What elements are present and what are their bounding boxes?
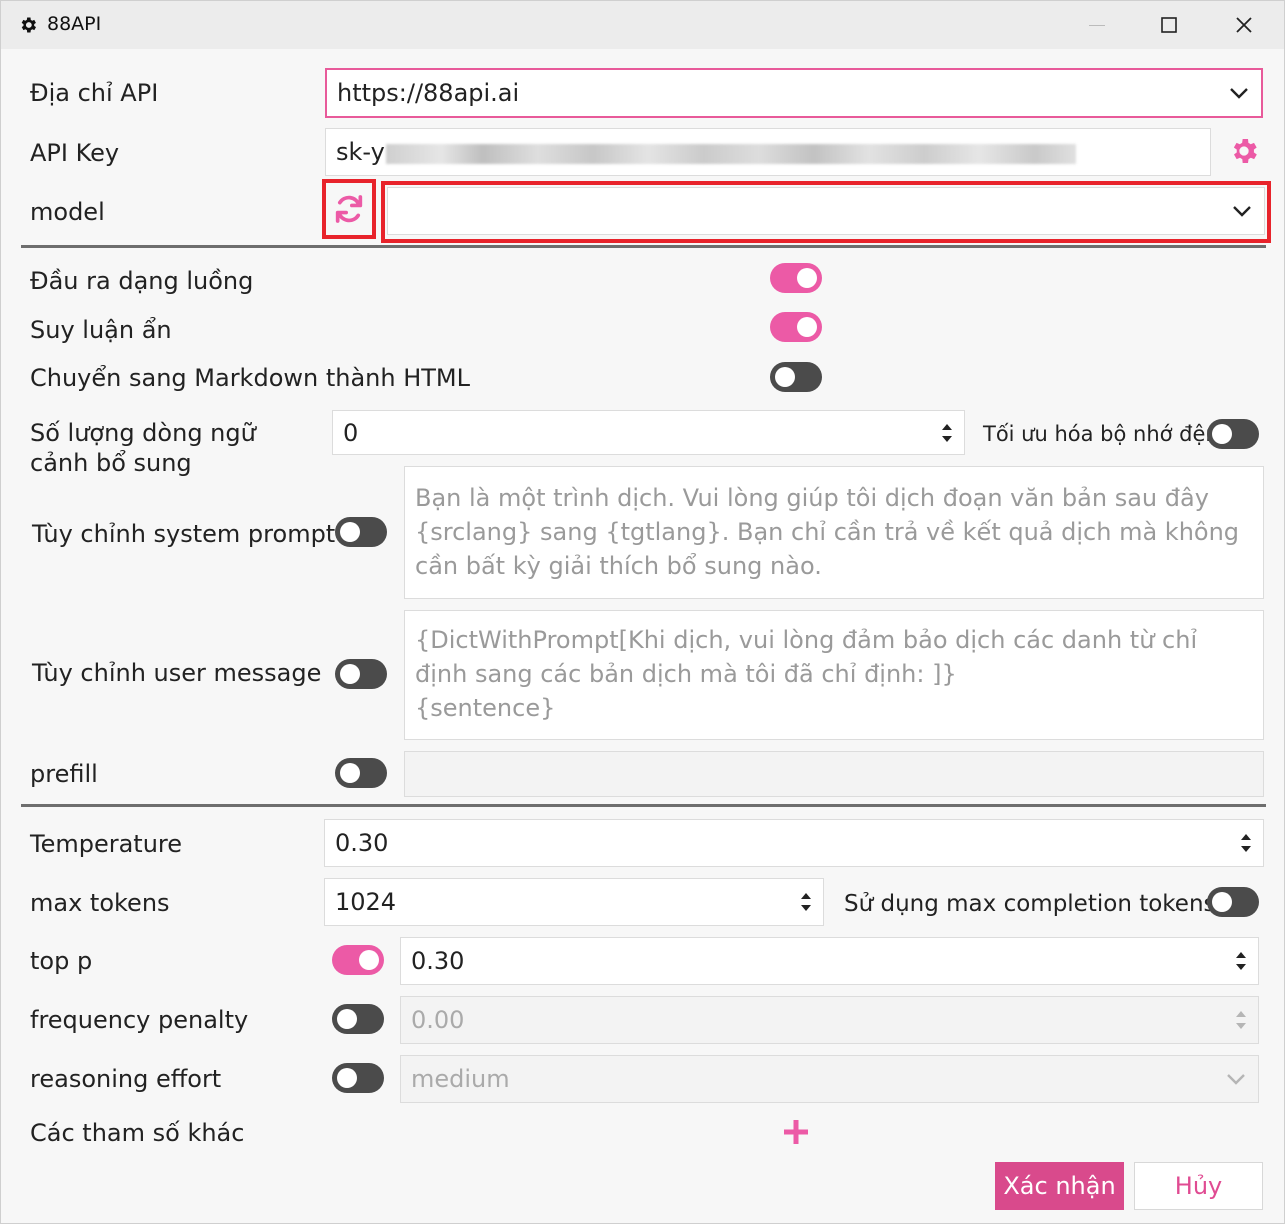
system-prompt-textarea[interactable]: Bạn là một trình dịch. Vui lòng giúp tôi… (404, 466, 1264, 599)
max-tokens-value: 1024 (335, 888, 397, 916)
spin-arrows-icon[interactable] (1234, 948, 1248, 974)
prefill-input[interactable] (404, 751, 1264, 797)
reasoning-effort-combobox[interactable]: medium (400, 1055, 1259, 1103)
maximize-button[interactable] (1134, 1, 1204, 49)
hidden-reasoning-label: Suy luận ẩn (30, 316, 172, 344)
max-tokens-label: max tokens (30, 889, 170, 917)
api-address-combobox[interactable]: https://88api.ai (325, 68, 1263, 118)
api-address-label: Địa chỉ API (30, 79, 159, 107)
minimize-button[interactable] (1062, 1, 1132, 49)
section-divider (21, 804, 1266, 807)
refresh-icon[interactable] (332, 192, 366, 226)
gear-icon[interactable] (1228, 135, 1260, 167)
title-bar: 88API (1, 1, 1284, 49)
top-p-value: 0.30 (411, 947, 465, 975)
frequency-penalty-label: frequency penalty (30, 1006, 249, 1034)
temperature-spinbox[interactable]: 0.30 (324, 819, 1264, 867)
markdown-html-label: Chuyển sang Markdown thành HTML (30, 364, 471, 392)
user-message-textarea[interactable]: {DictWithPrompt[Khi dịch, vui lòng đảm b… (404, 610, 1264, 740)
temperature-value: 0.30 (335, 829, 389, 857)
context-lines-spinbox[interactable]: 0 (332, 410, 965, 455)
api-key-label: API Key (30, 139, 120, 167)
context-lines-label: Số lượng dòng ngữ cảnh bổ sung (30, 419, 256, 477)
top-p-toggle[interactable] (332, 945, 384, 975)
window-title: 88API (47, 13, 102, 35)
system-prompt-toggle[interactable] (335, 517, 387, 547)
frequency-penalty-toggle[interactable] (332, 1004, 384, 1034)
spin-arrows-icon[interactable] (1239, 830, 1253, 856)
reasoning-effort-label: reasoning effort (30, 1065, 222, 1093)
prefill-toggle[interactable] (335, 758, 387, 788)
cancel-button[interactable]: Hủy (1134, 1162, 1263, 1210)
close-icon (1236, 17, 1252, 33)
model-label: model (30, 198, 105, 226)
minimize-icon (1089, 24, 1105, 26)
other-params-label: Các tham số khác (30, 1119, 245, 1147)
stream-output-toggle[interactable] (770, 263, 822, 293)
settings-window: 88API Địa chỉ API https://88api.ai API K… (0, 0, 1285, 1224)
frequency-penalty-spinbox[interactable]: 0.00 (400, 996, 1259, 1044)
spin-arrows-icon[interactable] (940, 420, 954, 446)
cache-optimization-toggle[interactable] (1207, 419, 1259, 449)
user-message-toggle[interactable] (335, 659, 387, 689)
section-divider (21, 245, 1266, 248)
model-highlight (381, 181, 1271, 243)
plus-icon[interactable] (781, 1117, 811, 1147)
stream-output-label: Đầu ra dạng luồng (30, 267, 254, 295)
gear-icon (21, 17, 36, 33)
max-tokens-spinbox[interactable]: 1024 (324, 878, 824, 926)
markdown-html-toggle[interactable] (770, 362, 822, 392)
frequency-penalty-value: 0.00 (411, 1006, 465, 1034)
system-prompt-label: Tùy chỉnh system prompt (32, 520, 336, 548)
maximize-icon (1161, 17, 1177, 33)
max-completion-tokens-toggle[interactable] (1207, 887, 1259, 917)
hidden-reasoning-toggle[interactable] (770, 312, 822, 342)
api-address-value: https://88api.ai (337, 79, 520, 107)
close-button[interactable] (1209, 1, 1279, 49)
spin-arrows-icon[interactable] (799, 889, 813, 915)
top-p-spinbox[interactable]: 0.30 (400, 937, 1259, 985)
chevron-down-icon (1227, 1074, 1245, 1085)
user-message-label: Tùy chỉnh user message (32, 659, 322, 687)
temperature-label: Temperature (30, 830, 183, 858)
spin-arrows-icon[interactable] (1234, 1007, 1248, 1033)
context-lines-value: 0 (343, 418, 359, 447)
top-p-label: top p (30, 947, 93, 975)
reasoning-effort-toggle[interactable] (332, 1063, 384, 1093)
reasoning-effort-value: medium (411, 1065, 510, 1093)
chevron-down-icon (1230, 88, 1248, 99)
max-completion-tokens-label: Sử dụng max completion tokens (844, 891, 1216, 917)
confirm-button[interactable]: Xác nhận (995, 1162, 1124, 1210)
cache-optimization-label: Tối ưu hóa bộ nhớ đệm (983, 422, 1226, 446)
prefill-label: prefill (30, 760, 98, 788)
api-key-redacted (386, 144, 1076, 164)
